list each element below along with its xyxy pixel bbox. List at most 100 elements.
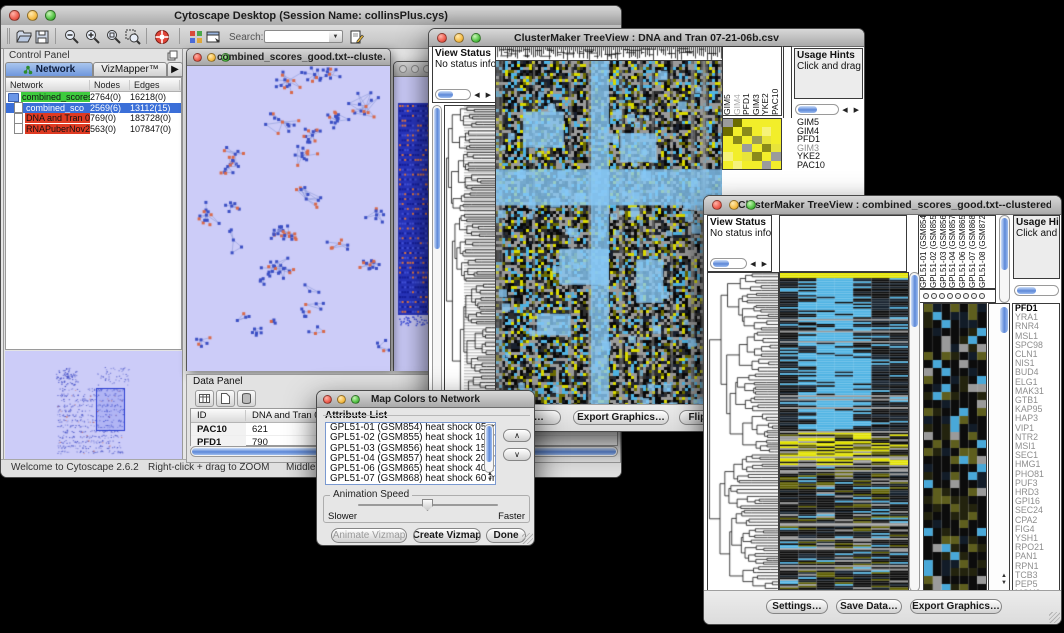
zoom-button[interactable] — [351, 395, 360, 404]
matrix-cell[interactable] — [771, 127, 781, 135]
close-icon[interactable] — [193, 53, 202, 62]
zoom-out-icon[interactable] — [63, 28, 80, 45]
minimize-button[interactable] — [729, 200, 739, 210]
network-view-titlebar[interactable]: combined_scores_good.txt--cluste… — [187, 49, 390, 66]
tab-vizmapper[interactable]: VizMapper™ — [93, 62, 167, 77]
column-header[interactable]: Edges — [130, 80, 180, 90]
matrix-cell[interactable] — [762, 144, 772, 152]
scroll-arrows[interactable]: ▲▼ — [1001, 573, 1007, 587]
matrix-cell[interactable] — [733, 127, 743, 135]
matrix-cell[interactable] — [723, 152, 733, 160]
zoom-button[interactable] — [746, 200, 756, 210]
zoom-button[interactable] — [471, 33, 481, 43]
treeview2-collabel-scrollbar[interactable] — [999, 215, 1010, 303]
network-list-row[interactable]: RNAPuberNov2+I563(0)107847(0) — [6, 124, 181, 135]
treeview2-label-scroll-strip[interactable]: ▲▼ — [988, 303, 1010, 592]
attribute-list-item[interactable]: GPL51-07 (GSM868) heat shock 60 min — [328, 474, 495, 484]
matrix-cell[interactable] — [771, 161, 781, 169]
matrix-cell[interactable] — [752, 127, 762, 135]
main-titlebar[interactable]: Cytoscape Desktop (Session Name: collins… — [1, 6, 621, 26]
matrix-cell[interactable] — [742, 136, 752, 144]
tab-[interactable]: ▶ — [167, 62, 183, 77]
treeview2-zoom-heatmap[interactable] — [923, 303, 987, 593]
treeview1-correlation-matrix[interactable] — [722, 118, 782, 170]
treeview1-row-dendrogram[interactable] — [444, 105, 496, 423]
matrix-cell[interactable] — [752, 161, 762, 169]
close-button[interactable] — [712, 200, 722, 210]
view-status-scrollbar[interactable]: ◀ ▶ — [435, 89, 493, 100]
treeview2-global-heatmap[interactable] — [779, 272, 909, 592]
column-header[interactable]: Nodes — [90, 80, 130, 90]
matrix-cell[interactable] — [723, 127, 733, 135]
matrix-cell[interactable] — [752, 144, 762, 152]
view-status-scrollbar[interactable]: ◀ ▶ — [710, 258, 769, 269]
network-list-row[interactable]: combined_sco2569(6)13112(15) — [6, 103, 181, 114]
open-session-icon[interactable] — [15, 28, 32, 45]
done-button[interactable]: Done — [486, 528, 526, 543]
minimize-button[interactable] — [337, 395, 346, 404]
animate-vizmap-button[interactable]: Animate Vizmap — [331, 528, 407, 543]
treeview2-titlebar[interactable]: ClusterMaker TreeView : combined_scores_… — [704, 196, 1061, 215]
treeview2-usage-scrollbar[interactable] — [1014, 285, 1059, 296]
vizmapper-icon[interactable] — [187, 28, 204, 45]
matrix-cell[interactable] — [742, 119, 752, 127]
close-icon[interactable] — [399, 65, 407, 73]
export-graphics-button[interactable]: Export Graphics… — [910, 599, 1002, 614]
matrix-cell[interactable] — [752, 119, 762, 127]
label-scroll-thumb[interactable] — [1000, 307, 1008, 333]
matrix-cell[interactable] — [733, 136, 743, 144]
move-down-button[interactable]: ∨ — [503, 448, 531, 461]
matrix-cell[interactable] — [771, 119, 781, 127]
network-overview-canvas[interactable] — [5, 351, 182, 461]
matrix-cell[interactable] — [742, 127, 752, 135]
search-input[interactable] — [264, 30, 330, 43]
matrix-cell[interactable] — [733, 152, 743, 160]
treeview2-vscrollbar[interactable] — [909, 272, 920, 592]
matrix-cell[interactable] — [723, 119, 733, 127]
network-overview-panel[interactable] — [5, 351, 182, 461]
resize-grip[interactable] — [1049, 612, 1060, 623]
edit-search-icon[interactable] — [348, 28, 365, 45]
save-session-icon[interactable] — [33, 28, 50, 45]
matrix-cell[interactable] — [723, 136, 733, 144]
matrix-cell[interactable] — [771, 144, 781, 152]
treeview1-vscrollbar[interactable] — [432, 105, 442, 421]
matrix-cell[interactable] — [733, 144, 743, 152]
matrix-cell[interactable] — [723, 144, 733, 152]
matrix-cell[interactable] — [733, 119, 743, 127]
network-list-row[interactable]: combined_scores2764(0)16218(0) — [6, 92, 181, 103]
close-button[interactable] — [9, 10, 20, 21]
matrix-cell[interactable] — [752, 152, 762, 160]
create-vizmap-button[interactable]: Create Vizmap — [413, 528, 481, 543]
move-up-button[interactable]: ∧ — [503, 429, 531, 442]
create-attribute-icon[interactable] — [216, 390, 235, 407]
slider-thumb[interactable] — [422, 499, 433, 511]
attribute-table-icon[interactable] — [195, 390, 214, 407]
matrix-cell[interactable] — [762, 127, 772, 135]
treeview1-usage-scrollbar[interactable]: ◀ ▶ — [795, 104, 861, 115]
matrix-cell[interactable] — [742, 152, 752, 160]
treeview2-row-dendrogram[interactable] — [707, 272, 779, 592]
close-button[interactable] — [323, 395, 332, 404]
help-lifering-icon[interactable] — [153, 28, 170, 45]
matrix-cell[interactable] — [762, 161, 772, 169]
minimize-icon[interactable] — [207, 53, 216, 62]
save-data-button[interactable]: Save Data… — [836, 599, 902, 614]
network-view-canvas[interactable] — [187, 66, 390, 371]
minimize-icon[interactable] — [411, 65, 419, 73]
attribute-list-scrollbar[interactable] — [484, 424, 494, 473]
snapshot-icon[interactable] — [205, 28, 222, 45]
column-header[interactable]: ID — [191, 410, 246, 421]
matrix-cell[interactable] — [742, 161, 752, 169]
settings-button[interactable]: Settings… — [766, 599, 828, 614]
attribute-listbox[interactable]: GPL51-01 (GSM854) heat shock 05 minGPL51… — [325, 422, 496, 485]
matrix-cell[interactable] — [771, 152, 781, 160]
matrix-cell[interactable] — [733, 161, 743, 169]
matrix-cell[interactable] — [762, 152, 772, 160]
treeview1-heatmap[interactable] — [495, 60, 723, 423]
delete-attribute-icon[interactable] — [237, 390, 256, 407]
zoom-fit-icon[interactable] — [105, 28, 122, 45]
matrix-cell[interactable] — [762, 136, 772, 144]
zoom-button[interactable] — [45, 10, 56, 21]
matrix-cell[interactable] — [723, 161, 733, 169]
